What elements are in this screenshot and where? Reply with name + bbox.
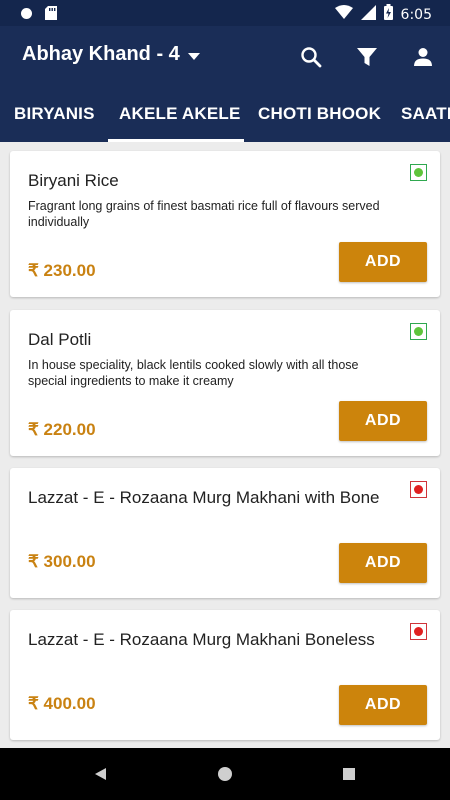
item-name: Lazzat - E - Rozaana Murg Makhani with B… [28,488,380,507]
sd-card-icon [45,6,57,25]
status-time: 6:05 [400,6,432,23]
app-bar: Abhay Khand - 4 [0,26,450,88]
signal-icon [360,4,376,25]
add-button[interactable]: ADD [339,543,427,583]
item-description: In house speciality, black lentils cooke… [28,358,359,388]
tab-saath[interactable]: SAATH [401,88,450,142]
menu-item-card: Lazzat - E - Rozaana Murg Makhani Bonele… [10,610,440,740]
wifi-icon [334,5,353,24]
veg-indicator-icon [410,323,427,340]
navigation-bar [0,748,450,800]
circle-icon [20,7,33,25]
add-button[interactable]: ADD [339,685,427,725]
tab-biryanis[interactable]: BIRYANIS [14,88,95,142]
menu-list[interactable]: Biryani Rice Fragrant long grains of fin… [0,142,450,748]
tab-akele-akele[interactable]: AKELE AKELE [119,88,241,142]
account-icon[interactable] [409,43,437,71]
item-name: Dal Potli [28,330,92,349]
recents-icon[interactable] [337,762,361,786]
item-price: ₹ 220.00 [28,420,96,439]
home-icon[interactable] [213,762,237,786]
menu-item-card: Biryani Rice Fragrant long grains of fin… [10,151,440,297]
location-selector[interactable]: Abhay Khand - 4 [22,43,200,66]
item-name: Lazzat - E - Rozaana Murg Makhani Bonele… [28,630,375,649]
item-price: ₹ 230.00 [28,261,96,280]
non-veg-indicator-icon [410,481,427,498]
search-icon[interactable] [297,43,325,71]
item-price: ₹ 400.00 [28,694,96,713]
filter-icon[interactable] [353,43,381,71]
item-price: ₹ 300.00 [28,552,96,571]
category-tabs: BIRYANIS AKELE AKELE CHOTI BHOOK SAATH [0,88,450,142]
status-bar: 6:05 [0,0,450,26]
menu-item-card: Dal Potli In house speciality, black len… [10,310,440,456]
menu-item-card: Lazzat - E - Rozaana Murg Makhani with B… [10,468,440,598]
battery-charging-icon [383,4,393,25]
back-icon[interactable] [88,762,112,786]
location-label: Abhay Khand - 4 [22,43,180,65]
tab-choti-bhook[interactable]: CHOTI BHOOK [258,88,381,142]
item-name: Biryani Rice [28,171,119,190]
non-veg-indicator-icon [410,623,427,640]
chevron-down-icon [187,43,200,66]
add-button[interactable]: ADD [339,401,427,441]
item-description: Fragrant long grains of finest basmati r… [28,199,380,229]
veg-indicator-icon [410,164,427,181]
add-button[interactable]: ADD [339,242,427,282]
